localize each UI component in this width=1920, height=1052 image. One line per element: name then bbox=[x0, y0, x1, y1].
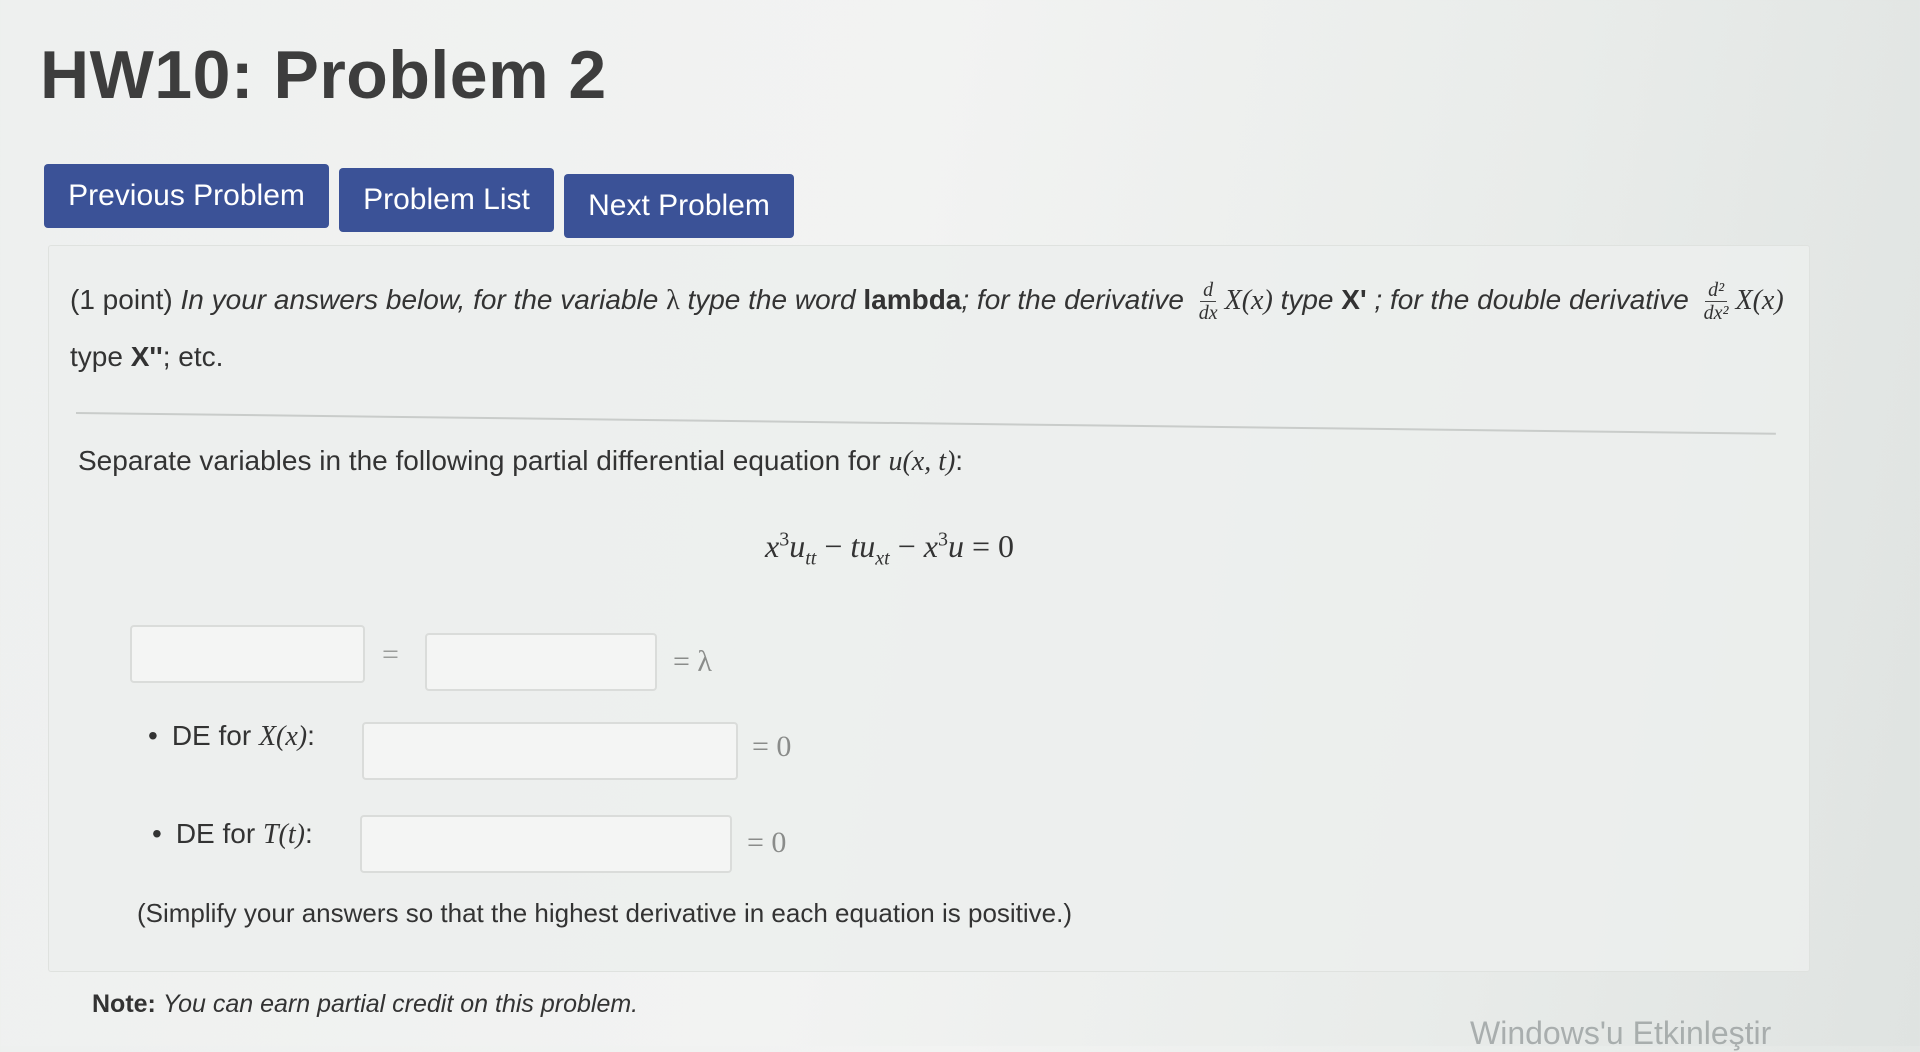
intro-text-3: ; for the derivative bbox=[961, 284, 1184, 315]
de-x-label: • DE for X(x): bbox=[148, 720, 315, 753]
de-x-colon: : bbox=[307, 720, 315, 751]
de-t-function: T(t) bbox=[262, 819, 305, 850]
de-t-colon: : bbox=[304, 818, 313, 849]
intro-text-2: type the word bbox=[687, 284, 856, 315]
de-x-function: X(x) bbox=[258, 721, 308, 752]
partial-credit-note: Note: You can earn partial credit on thi… bbox=[92, 990, 638, 1019]
keyword-x-prime: X' bbox=[1341, 284, 1367, 315]
x-of-x: X(x) bbox=[1224, 285, 1273, 316]
term2-var: tu bbox=[850, 528, 876, 564]
minus-sign-2: − bbox=[889, 528, 924, 564]
term3-base: x bbox=[923, 528, 938, 564]
de-x-equals-zero: = 0 bbox=[752, 730, 792, 763]
next-problem-button[interactable]: Next Problem bbox=[564, 174, 794, 238]
de-t-label: • DE for T(t): bbox=[152, 818, 313, 851]
intro-text-4: type bbox=[1280, 284, 1334, 315]
pde-equation: x3utt − tuxt − x3u = 0 bbox=[765, 528, 1014, 570]
x-of-x-second: X(x) bbox=[1735, 285, 1784, 316]
term3-exponent: 3 bbox=[937, 528, 948, 551]
point-value: (1 point) bbox=[70, 284, 173, 315]
note-label: Note: bbox=[92, 990, 156, 1018]
derivative-denominator: dx bbox=[1198, 302, 1218, 325]
intro-text-7: ; etc. bbox=[162, 341, 224, 372]
intro-text-6: type bbox=[70, 341, 123, 372]
simplify-instruction: (Simplify your answers so that the highe… bbox=[137, 898, 1073, 928]
problem-navigation: Previous Problem Problem List Next Probl… bbox=[44, 164, 794, 238]
derivative-fraction: d dx bbox=[1196, 279, 1221, 324]
prompt-text: Separate variables in the following part… bbox=[78, 445, 881, 476]
intro-text-5: ; for the double derivative bbox=[1374, 284, 1689, 315]
problem-instructions: (1 point) In your answers below, for the… bbox=[70, 272, 1790, 385]
double-derivative-denominator: dx² bbox=[1703, 302, 1729, 325]
term1-base: x bbox=[765, 528, 780, 564]
de-t-label-text: DE for bbox=[175, 818, 256, 849]
equals-lambda: = λ bbox=[673, 645, 712, 678]
minus-sign-1: − bbox=[816, 528, 851, 564]
page-title: HW10: Problem 2 bbox=[40, 37, 607, 113]
windows-activation-watermark: Windows'u Etkinleştir bbox=[1470, 1015, 1772, 1051]
derivative-numerator: d bbox=[1200, 279, 1217, 303]
prompt-function: u(x, t) bbox=[888, 446, 956, 477]
note-text: You can earn partial credit on this prob… bbox=[162, 990, 639, 1018]
keyword-lambda: lambda bbox=[863, 284, 962, 315]
lambda-symbol: λ bbox=[666, 285, 680, 316]
equation-rhs: = 0 bbox=[963, 528, 1014, 564]
intro-text-1: In your answers below, for the variable bbox=[180, 284, 659, 315]
problem-list-button[interactable]: Problem List bbox=[339, 168, 554, 232]
term1-exponent: 3 bbox=[779, 528, 790, 551]
separation-left-input[interactable] bbox=[130, 625, 365, 683]
double-derivative-numerator: d² bbox=[1705, 279, 1728, 303]
term1-var: u bbox=[789, 528, 806, 564]
bullet-icon: • bbox=[148, 720, 158, 751]
keyword-x-double-prime: X'' bbox=[130, 341, 163, 372]
equals-sign: = bbox=[382, 638, 399, 671]
separation-prompt: Separate variables in the following part… bbox=[78, 445, 963, 478]
de-t-equals-zero: = 0 bbox=[747, 826, 787, 859]
prompt-colon: : bbox=[955, 445, 964, 476]
term3-var: u bbox=[947, 528, 964, 564]
term1-subscript: tt bbox=[805, 547, 817, 570]
bullet-icon: • bbox=[152, 818, 162, 849]
previous-problem-button[interactable]: Previous Problem bbox=[44, 164, 329, 228]
double-derivative-fraction: d² dx² bbox=[1701, 279, 1732, 324]
de-t-input[interactable] bbox=[360, 815, 732, 873]
term2-subscript: xt bbox=[875, 547, 890, 570]
de-x-label-text: DE for bbox=[171, 720, 252, 751]
separation-right-input[interactable] bbox=[425, 633, 657, 691]
de-x-input[interactable] bbox=[362, 722, 738, 780]
